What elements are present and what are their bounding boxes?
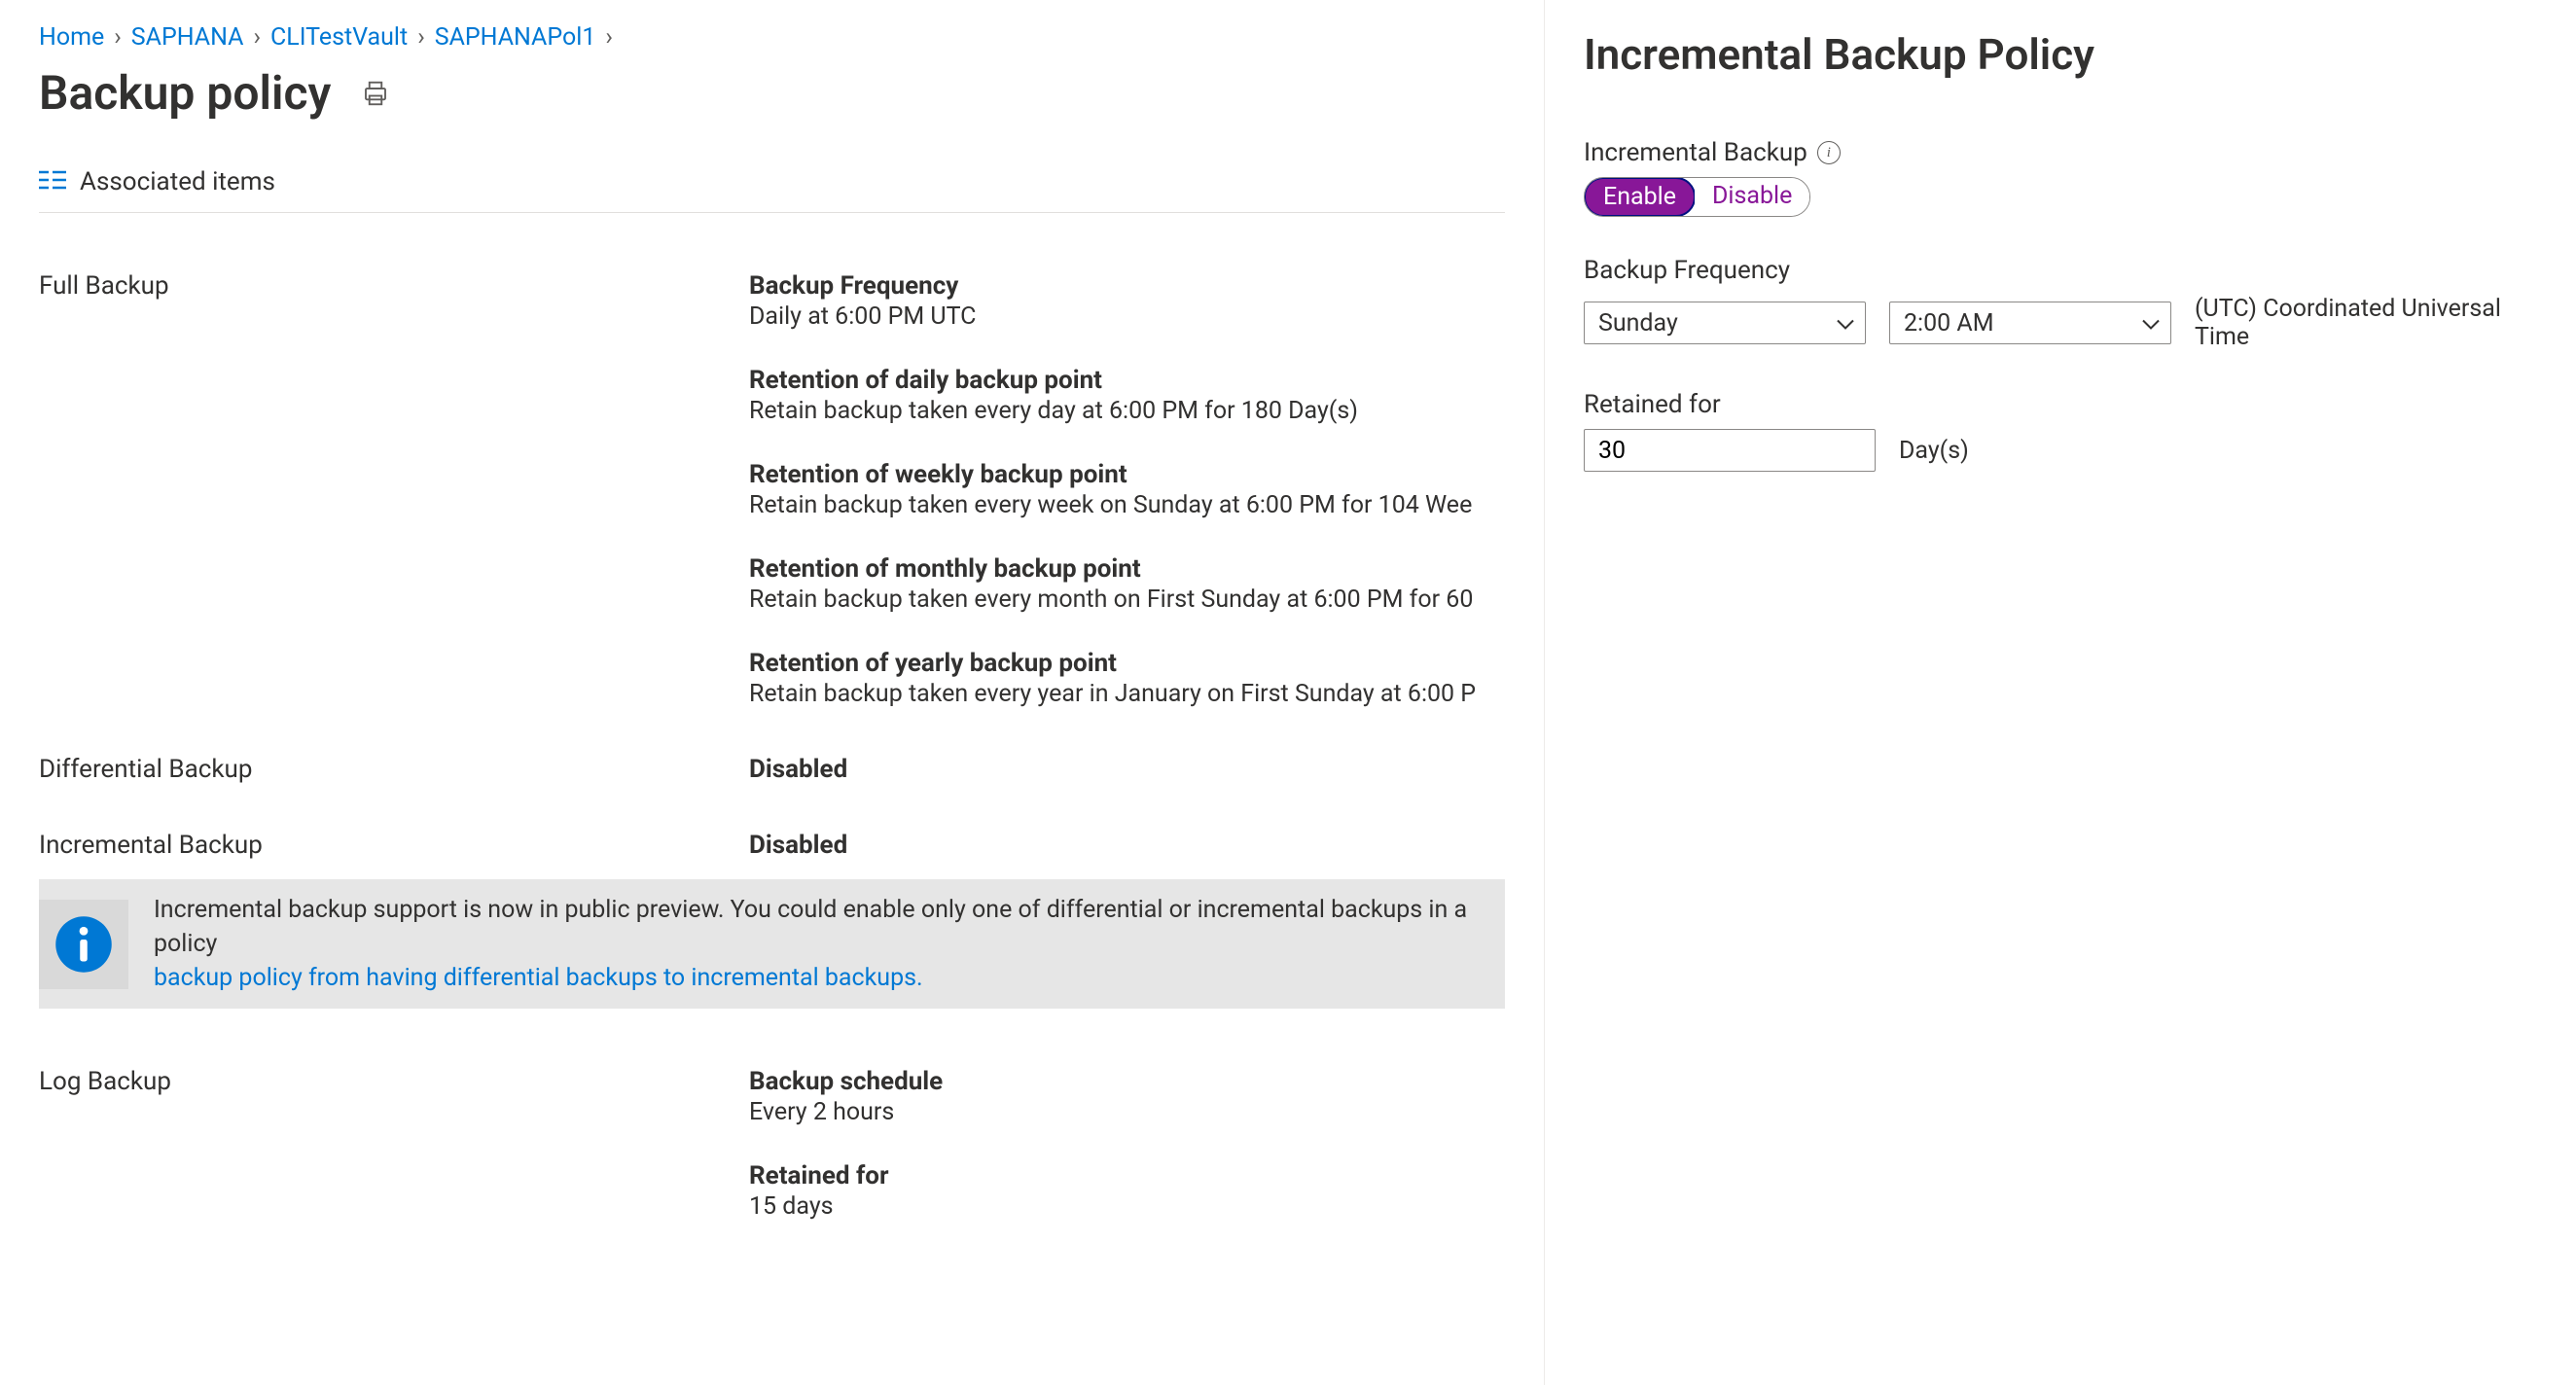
chevron-right-icon: ›: [417, 23, 425, 52]
full-weekly-retention-label: Retention of weekly backup point: [749, 460, 1505, 489]
chevron-down-icon: [1836, 309, 1855, 337]
info-tooltip-icon[interactable]: i: [1817, 141, 1841, 164]
full-daily-retention-value: Retain backup taken every day at 6:00 PM…: [749, 397, 1505, 425]
retained-for-input[interactable]: [1584, 429, 1876, 472]
full-frequency-value: Daily at 6:00 PM UTC: [749, 302, 1505, 331]
full-daily-retention-label: Retention of daily backup point: [749, 366, 1505, 395]
retained-for-label: Retained for: [1584, 390, 2537, 419]
toggle-enable-option[interactable]: Enable: [1584, 177, 1696, 217]
section-incremental-label: Incremental Backup: [39, 831, 749, 860]
log-schedule-label: Backup schedule: [749, 1067, 1505, 1096]
breadcrumb-vault[interactable]: CLITestVault: [270, 23, 408, 52]
breadcrumb-home[interactable]: Home: [39, 23, 104, 52]
toggle-disable-option[interactable]: Disable: [1695, 178, 1809, 216]
frequency-time-value: 2:00 AM: [1904, 309, 1994, 337]
section-full-backup-label: Full Backup: [39, 271, 749, 708]
breadcrumb-policy[interactable]: SAPHANAPol1: [435, 23, 596, 52]
log-retained-value: 15 days: [749, 1192, 1505, 1221]
panel-title: Incremental Backup Policy: [1584, 29, 2537, 80]
full-yearly-retention-value: Retain backup taken every year in Januar…: [749, 680, 1505, 708]
full-weekly-retention-value: Retain backup taken every week on Sunday…: [749, 491, 1505, 519]
breadcrumb-saphana[interactable]: SAPHANA: [131, 23, 244, 52]
log-retained-label: Retained for: [749, 1161, 1505, 1190]
associated-items-button[interactable]: Associated items: [39, 156, 1505, 213]
incremental-toggle-label: Incremental Backup: [1584, 138, 1807, 167]
section-differential-label: Differential Backup: [39, 755, 749, 784]
backup-frequency-label: Backup Frequency: [1584, 256, 2537, 285]
chevron-down-icon: [2141, 309, 2161, 337]
banner-link[interactable]: backup policy from having differential b…: [154, 964, 923, 992]
log-schedule-value: Every 2 hours: [749, 1098, 1505, 1126]
retained-unit-label: Day(s): [1899, 437, 1969, 465]
incremental-toggle: Enable Disable: [1584, 177, 1810, 217]
timezone-label: (UTC) Coordinated Universal Time: [2195, 295, 2537, 351]
info-banner: Incremental backup support is now in pub…: [39, 879, 1505, 1009]
page-title: Backup policy: [39, 65, 331, 121]
full-frequency-label: Backup Frequency: [749, 271, 1505, 301]
print-icon: [361, 79, 390, 108]
list-icon: [39, 169, 66, 195]
incremental-status: Disabled: [749, 831, 1505, 860]
full-yearly-retention-label: Retention of yearly backup point: [749, 649, 1505, 678]
full-monthly-retention-label: Retention of monthly backup point: [749, 554, 1505, 584]
info-icon: [54, 915, 113, 974]
frequency-day-select[interactable]: Sunday: [1584, 302, 1866, 344]
associated-items-label: Associated items: [80, 167, 275, 196]
print-button[interactable]: [358, 76, 393, 111]
banner-text: Incremental backup support is now in pub…: [154, 896, 1467, 958]
frequency-day-value: Sunday: [1598, 309, 1678, 337]
chevron-right-icon: ›: [253, 23, 261, 52]
chevron-right-icon: ›: [114, 23, 122, 52]
frequency-time-select[interactable]: 2:00 AM: [1889, 302, 2171, 344]
full-monthly-retention-value: Retain backup taken every month on First…: [749, 586, 1505, 614]
chevron-right-icon: ›: [605, 23, 613, 52]
differential-status: Disabled: [749, 755, 1505, 784]
section-log-backup-label: Log Backup: [39, 1067, 749, 1221]
breadcrumb: Home › SAPHANA › CLITestVault › SAPHANAP…: [39, 23, 1505, 52]
incremental-backup-policy-panel: Incremental Backup Policy Incremental Ba…: [1545, 0, 2576, 1385]
